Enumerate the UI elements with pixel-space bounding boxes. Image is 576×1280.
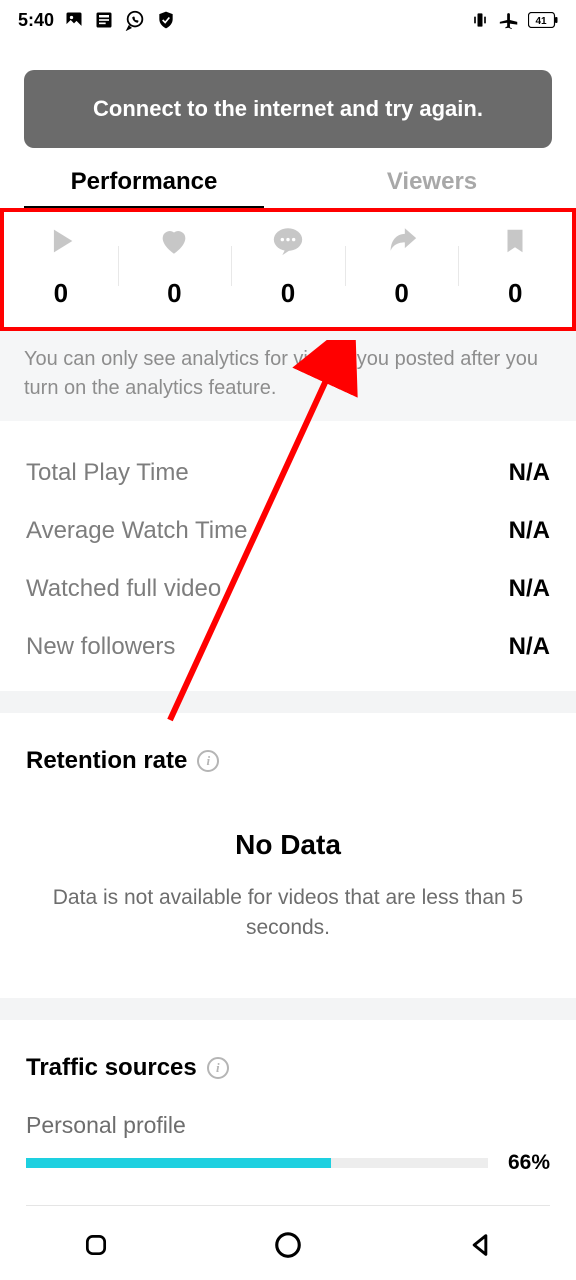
news-icon: [94, 10, 114, 30]
stat-plays[interactable]: 0: [4, 222, 118, 309]
bookmark-icon: [458, 222, 572, 260]
traffic-item-personal-profile: Personal profile 66%: [26, 1112, 550, 1175]
clock: 5:40: [18, 10, 54, 31]
header-spacer: [0, 40, 576, 56]
stat-plays-value: 0: [4, 278, 118, 309]
metric-watched-full: Watched full video N/A: [26, 575, 550, 603]
stat-saves-value: 0: [458, 278, 572, 309]
section-gap: [0, 691, 576, 713]
metrics-list: Total Play Time N/A Average Watch Time N…: [0, 421, 576, 691]
retention-title: Retention rate: [26, 747, 187, 775]
stat-saves[interactable]: 0: [458, 222, 572, 309]
tab-viewers[interactable]: Viewers: [288, 154, 576, 208]
no-data-text: Data is not available for videos that ar…: [46, 883, 530, 944]
traffic-percent: 66%: [508, 1151, 550, 1175]
offline-banner[interactable]: Connect to the internet and try again.: [24, 70, 552, 148]
heart-icon: [118, 222, 232, 260]
stat-shares-value: 0: [345, 278, 459, 309]
stat-shares[interactable]: 0: [345, 222, 459, 309]
stat-comments-value: 0: [231, 278, 345, 309]
vibrate-icon: [470, 10, 490, 30]
shield-icon: [156, 10, 176, 30]
traffic-bar-fill: [26, 1158, 331, 1168]
metric-avg-watch-time: Average Watch Time N/A: [26, 517, 550, 545]
battery-text: 41: [535, 16, 547, 27]
gallery-icon: [64, 10, 84, 30]
metric-total-play-time: Total Play Time N/A: [26, 459, 550, 487]
traffic-section: Traffic sources i Personal profile 66%: [0, 1020, 576, 1226]
comment-icon: [231, 222, 345, 260]
back-button[interactable]: [460, 1225, 500, 1265]
divider: [26, 1205, 550, 1206]
section-gap-2: [0, 998, 576, 1020]
tab-performance[interactable]: Performance: [0, 154, 288, 208]
stat-likes-value: 0: [118, 278, 232, 309]
battery-icon: 41: [528, 12, 558, 28]
recents-button[interactable]: [76, 1225, 116, 1265]
status-bar: 5:40 41: [0, 0, 576, 40]
share-icon: [345, 222, 459, 260]
analytics-notice: You can only see analytics for videos yo…: [0, 331, 576, 421]
whatsapp-icon: [124, 9, 146, 31]
traffic-bar: [26, 1158, 488, 1168]
play-icon: [4, 222, 118, 260]
stat-comments[interactable]: 0: [231, 222, 345, 309]
home-button[interactable]: [268, 1225, 308, 1265]
info-icon[interactable]: i: [207, 1057, 229, 1079]
stat-likes[interactable]: 0: [118, 222, 232, 309]
metric-new-followers: New followers N/A: [26, 633, 550, 661]
traffic-item-label: Personal profile: [26, 1112, 550, 1139]
info-icon[interactable]: i: [197, 750, 219, 772]
system-navbar: [0, 1210, 576, 1280]
retention-section: Retention rate i No Data Data is not ava…: [0, 713, 576, 944]
tabs: Performance Viewers: [0, 154, 576, 208]
stats-highlight-box: 0 0 0 0 0: [0, 208, 576, 331]
no-data-title: No Data: [26, 829, 550, 861]
airplane-icon: [498, 9, 520, 31]
traffic-title: Traffic sources: [26, 1054, 197, 1082]
